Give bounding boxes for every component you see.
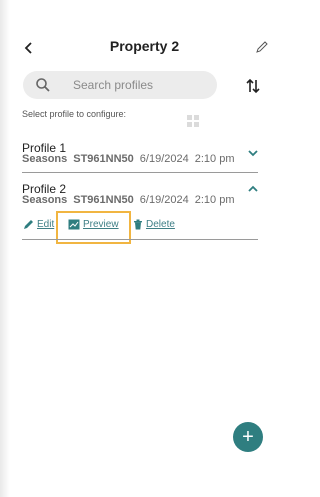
edit-label: Edit (37, 219, 55, 230)
plus-icon: + (242, 425, 254, 448)
pencil-icon (24, 220, 33, 229)
profile-season: Seasons (22, 153, 68, 165)
rename-button[interactable] (252, 37, 272, 57)
divider (22, 239, 258, 240)
profile-code: ST961NN50 (73, 194, 134, 206)
add-profile-button[interactable]: + (233, 422, 263, 452)
delete-label: Delete (146, 219, 175, 230)
delete-button[interactable]: Delete (133, 219, 175, 230)
trash-icon (134, 219, 142, 230)
profile-code: ST961NN50 (73, 153, 134, 165)
pencil-icon (256, 41, 268, 53)
profile-time: 2:10 pm (194, 153, 235, 165)
profile-item-2[interactable]: Profile 2 Seasons ST961NN50 6/19/2024 2:10 … (22, 182, 258, 210)
sort-arrows-icon (246, 78, 260, 94)
grid-icon (187, 115, 199, 127)
profile-date: 6/19/2024 (139, 153, 189, 165)
profile-meta: Seasons ST961NN50 6/19/2024 2:10 pm (22, 194, 234, 206)
chevron-up-icon[interactable] (246, 182, 260, 196)
search-input[interactable] (73, 76, 208, 94)
profile-date: 6/19/2024 (139, 194, 189, 206)
profile-season: Seasons (22, 194, 68, 206)
instructions-label: Select profile to configure: (22, 109, 127, 119)
edit-button[interactable]: Edit (23, 219, 54, 230)
search-bar (23, 71, 217, 99)
search-icon (36, 78, 50, 92)
page-title: Property 2 (109, 38, 180, 54)
chevron-down-icon[interactable] (246, 146, 260, 160)
divider (22, 172, 258, 173)
profile-item-1[interactable]: Profile 1 Seasons ST961NN50 6/19/2024 2:10 … (22, 141, 258, 169)
header: Property 2 (10, 34, 279, 62)
profile-meta: Seasons ST961NN50 6/19/2024 2:10 pm (22, 153, 234, 165)
side-shadow (0, 0, 10, 497)
profile-time: 2:10 pm (194, 194, 235, 206)
sort-button[interactable] (242, 75, 264, 97)
profile-panel: Property 2 Select profile to configure: … (10, 4, 279, 497)
